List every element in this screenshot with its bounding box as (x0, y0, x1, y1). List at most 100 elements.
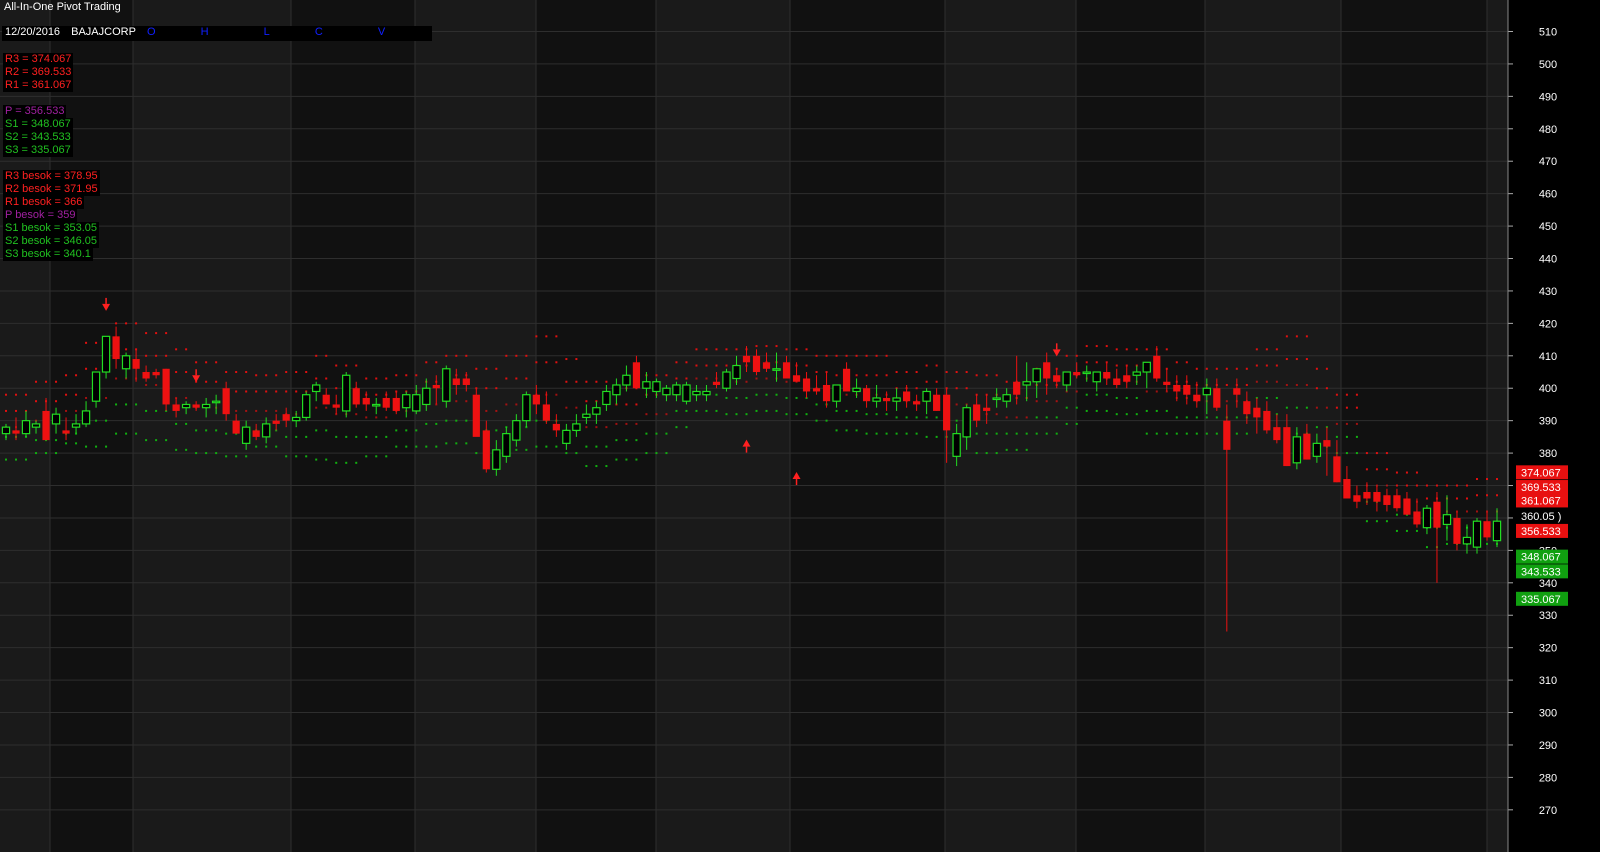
pivot-dot (965, 371, 968, 374)
pivot-dot (1295, 406, 1298, 409)
candle-body (1442, 514, 1452, 526)
pivot-dot (1145, 409, 1148, 412)
pivot-dot (475, 367, 478, 370)
candle-body (62, 430, 70, 434)
pivot-dot (1125, 413, 1128, 416)
background-band (1341, 0, 1487, 852)
candle-body (172, 404, 180, 411)
pivot-dot (985, 452, 988, 455)
pivot-dot (545, 335, 548, 338)
pivot-dot (1025, 416, 1028, 419)
pivot-dot (1496, 478, 1498, 481)
pivot-dot (1265, 396, 1268, 399)
pivot-dot (1285, 406, 1288, 409)
pivot-dot (525, 448, 528, 451)
pivot-dot (455, 442, 458, 445)
pivot-dot (645, 452, 648, 455)
pivot-dot (355, 461, 358, 464)
pivot-dot (1255, 364, 1258, 367)
candle-body (602, 390, 611, 406)
candle-body (752, 355, 761, 373)
pivot-dot (1085, 345, 1088, 348)
pivot-dot (1395, 484, 1398, 487)
pivot-dot (565, 358, 568, 361)
candle-body (943, 394, 951, 431)
pivot-dot (685, 426, 688, 429)
y-tick-label: 380 (1539, 448, 1557, 460)
pivot-dot (885, 432, 888, 435)
pivot-dot (715, 409, 718, 412)
pivot-dot (1345, 452, 1348, 455)
symbol-info-bar: 12/20/2016 BAJAJCORP O H L C V (2, 26, 432, 41)
candle-body (291, 416, 301, 422)
candle-body (1032, 368, 1041, 383)
candle-body (572, 423, 581, 431)
pivot-level-label: R2 besok = 371.95 (3, 183, 100, 196)
pivot-dot (795, 348, 798, 351)
pivot-dot (205, 452, 208, 455)
candle-body (1173, 384, 1181, 392)
pivot-dot (305, 435, 308, 438)
pivot-dot (625, 439, 628, 442)
pivot-dot (185, 371, 188, 374)
pivot-dot (895, 371, 898, 374)
pivot-dot (1055, 400, 1058, 403)
pivot-dot (505, 354, 508, 357)
pivot-dot (445, 419, 448, 422)
pivot-dot (1355, 435, 1358, 438)
pivot-dot (485, 387, 488, 390)
pivot-dot (815, 419, 818, 422)
pivot-dot (45, 380, 48, 383)
candle-body (962, 407, 971, 438)
pivot-dot (975, 432, 978, 435)
pivot-dot (1005, 380, 1008, 383)
pivot-dot (605, 465, 608, 468)
pivot-dot (885, 374, 888, 377)
candle-body (372, 403, 381, 407)
pivot-dot (1115, 396, 1118, 399)
pivot-dot (855, 409, 858, 412)
pivot-dot (1255, 380, 1258, 383)
pivot-dot (1135, 348, 1138, 351)
pivot-dot (325, 406, 328, 409)
candle-body (1492, 520, 1502, 542)
candle-body (12, 430, 20, 434)
pivot-dot (15, 458, 18, 461)
candle-body (362, 397, 370, 405)
pivot-dot (655, 374, 658, 377)
candle-body (241, 426, 251, 444)
pivot-dot (1145, 432, 1148, 435)
pivot-level-label: S3 besok = 340.1 (3, 248, 93, 261)
pivot-dot (515, 448, 518, 451)
pivot-dot (995, 432, 998, 435)
pivot-dot (925, 380, 928, 383)
pivot-dot (25, 393, 28, 396)
pivot-dot (505, 377, 508, 380)
pivot-dot (375, 393, 378, 396)
pivot-dot (255, 374, 258, 377)
pivot-dot (855, 354, 858, 357)
candle-body (592, 407, 601, 415)
pivot-dot (1085, 409, 1088, 412)
pivot-dot (1295, 335, 1298, 338)
pivot-dot (715, 364, 718, 367)
pivot-dot (365, 455, 368, 458)
pivot-dot (295, 455, 298, 458)
pivot-dot (545, 361, 548, 364)
pivot-dot (1405, 484, 1408, 487)
pivot-dot (125, 432, 128, 435)
candle-body (1263, 410, 1271, 431)
pivot-dot (525, 377, 528, 380)
pivot-dot (965, 387, 968, 390)
chart-canvas[interactable]: 2702802903003103203303403503603703803904… (0, 0, 1600, 852)
price-tag-label: 369.533 (1521, 482, 1561, 494)
pivot-dot (1195, 416, 1198, 419)
pivot-dot (785, 396, 788, 399)
price-tag-label: 343.533 (1521, 566, 1561, 578)
pivot-dot (815, 354, 818, 357)
pivot-dot (675, 361, 678, 364)
candle-body (632, 362, 641, 389)
candle-body (872, 397, 881, 402)
pivot-dot (425, 422, 428, 425)
candle-body (1303, 433, 1311, 460)
